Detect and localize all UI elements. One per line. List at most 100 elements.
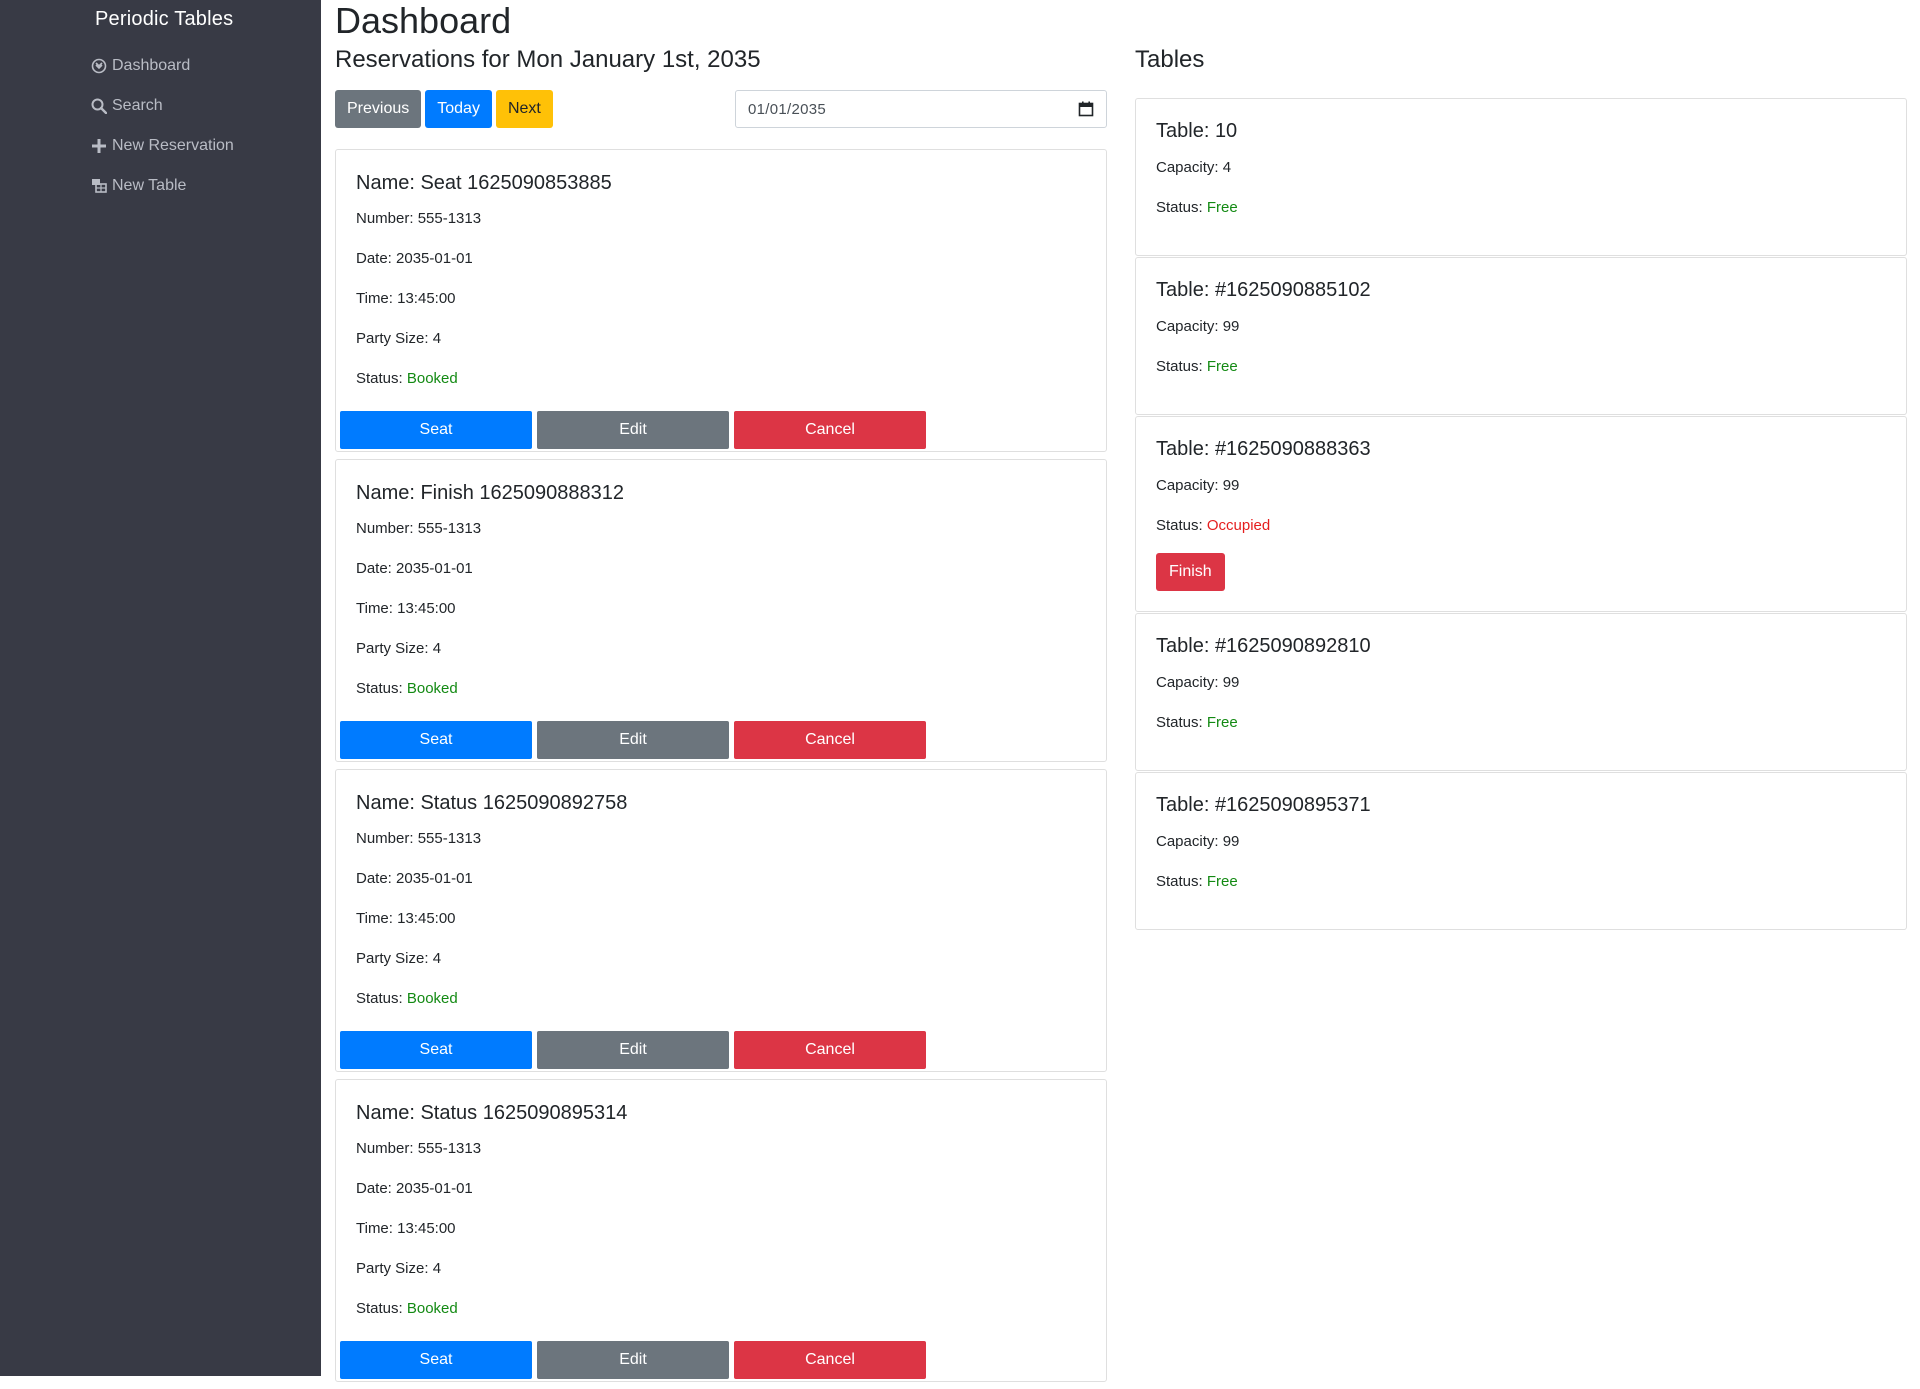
edit-button[interactable]: Edit [537,721,729,759]
tables-heading: Tables [1135,46,1205,73]
reservation-actions: Seat Edit Cancel [340,721,926,759]
table-capacity: Capacity: 4 [1156,159,1232,176]
table-status: Status: Free [1156,714,1238,731]
reservation-status: Status: Booked [356,990,458,1007]
today-button[interactable]: Today [425,90,492,128]
sidebar-item-label: New Table [112,177,187,194]
cancel-button[interactable]: Cancel [734,1341,926,1379]
next-button[interactable]: Next [495,90,553,128]
table-status: Status: Free [1156,199,1238,216]
page-title: Dashboard [335,0,512,41]
reservation-card: Name: Seat 1625090853885 Number: 555-131… [335,149,1107,452]
reservation-name: Name: Seat 1625090853885 [356,172,612,194]
reservation-actions: Seat Edit Cancel [340,411,926,449]
reservation-date: Date: 2035-01-01 [356,560,473,577]
status-value: Free [1206,199,1238,216]
sidebar-item-new-reservation[interactable]: New Reservation [90,126,234,166]
reservation-number: Number: 555-1313 [356,1140,482,1157]
reservation-party-size: Party Size: 4 [356,950,442,967]
status-value: Occupied [1206,517,1271,534]
status-value: Booked [406,680,458,697]
table-name: Table: #1625090885102 [1156,279,1371,301]
main-content: Dashboard Reservations for Mon January 1… [335,0,1920,1382]
reservation-number: Number: 555-1313 [356,520,482,537]
app: Periodic Tables Dashboard Search New Res… [0,0,1920,1382]
dashboard-icon [90,57,108,75]
plus-icon [90,137,108,155]
reservation-date: Date: 2035-01-01 [356,1180,473,1197]
status-value: Booked [406,1300,458,1317]
reservation-time: Time: 13:45:00 [356,290,456,307]
cancel-button[interactable]: Cancel [734,411,926,449]
status-value: Free [1206,358,1238,375]
table-card: Table: #1625090892810 Capacity: 99 Statu… [1135,613,1907,771]
table-name: Table: #1625090892810 [1156,635,1371,657]
table-capacity: Capacity: 99 [1156,477,1240,494]
table-status: Status: Occupied [1156,517,1271,534]
table-card: Table: #1625090888363 Capacity: 99 Statu… [1135,416,1907,612]
previous-button[interactable]: Previous [335,90,422,128]
finish-button[interactable]: Finish [1156,553,1225,591]
reservation-name: Name: Status 1625090895314 [356,1102,628,1124]
table-list: Table: 10 Capacity: 4 Status: Free Table… [1135,98,1907,931]
reservation-time: Time: 13:45:00 [356,1220,456,1237]
reservation-party-size: Party Size: 4 [356,1260,442,1277]
sidebar-item-label: Dashboard [112,57,191,74]
reservation-date: Date: 2035-01-01 [356,250,473,267]
table-card: Table: 10 Capacity: 4 Status: Free [1135,98,1907,256]
table-icon [90,177,108,195]
sidebar-nav: Dashboard Search New Reservation New Tab… [90,46,234,206]
reservation-time: Time: 13:45:00 [356,600,456,617]
status-value: Free [1206,873,1238,890]
reservation-card: Name: Status 1625090895314 Number: 555-1… [335,1079,1107,1382]
calendar-icon[interactable] [1078,101,1094,117]
reservation-list: Name: Seat 1625090853885 Number: 555-131… [335,149,1107,1389]
seat-button[interactable]: Seat [340,1341,532,1379]
sidebar-item-search[interactable]: Search [90,86,234,126]
date-input[interactable]: 01/01/2035 [735,90,1107,128]
reservation-time: Time: 13:45:00 [356,910,456,927]
reservation-actions: Seat Edit Cancel [340,1341,926,1379]
cancel-button[interactable]: Cancel [734,721,926,759]
table-status: Status: Free [1156,358,1238,375]
status-value: Booked [406,370,458,387]
seat-button[interactable]: Seat [340,411,532,449]
table-card: Table: #1625090885102 Capacity: 99 Statu… [1135,257,1907,415]
sidebar: Periodic Tables Dashboard Search New Res… [0,0,321,1376]
reservation-name: Name: Finish 1625090888312 [356,482,624,504]
status-value: Booked [406,990,458,1007]
table-name: Table: #1625090888363 [1156,438,1371,460]
reservation-party-size: Party Size: 4 [356,640,442,657]
reservation-status: Status: Booked [356,680,458,697]
reservation-name: Name: Status 1625090892758 [356,792,628,814]
seat-button[interactable]: Seat [340,721,532,759]
table-status: Status: Free [1156,873,1238,890]
reservation-actions: Seat Edit Cancel [340,1031,926,1069]
table-capacity: Capacity: 99 [1156,674,1240,691]
reservation-status: Status: Booked [356,370,458,387]
cancel-button[interactable]: Cancel [734,1031,926,1069]
reservation-card: Name: Finish 1625090888312 Number: 555-1… [335,459,1107,762]
edit-button[interactable]: Edit [537,411,729,449]
sidebar-item-label: New Reservation [112,137,234,154]
reservation-number: Number: 555-1313 [356,830,482,847]
table-card: Table: #1625090895371 Capacity: 99 Statu… [1135,772,1907,930]
status-value: Free [1206,714,1238,731]
seat-button[interactable]: Seat [340,1031,532,1069]
reservation-date: Date: 2035-01-01 [356,870,473,887]
brand-title[interactable]: Periodic Tables [95,8,233,31]
table-capacity: Capacity: 99 [1156,833,1240,850]
table-capacity: Capacity: 99 [1156,318,1240,335]
reservation-status: Status: Booked [356,1300,458,1317]
date-input-value: 01/01/2035 [748,100,827,118]
day-navigation: Previous Today Next [335,90,553,128]
table-name: Table: 10 [1156,120,1238,142]
search-icon [90,97,108,115]
table-name: Table: #1625090895371 [1156,794,1371,816]
sidebar-item-new-table[interactable]: New Table [90,166,234,206]
reservation-party-size: Party Size: 4 [356,330,442,347]
reservation-number: Number: 555-1313 [356,210,482,227]
edit-button[interactable]: Edit [537,1031,729,1069]
sidebar-item-dashboard[interactable]: Dashboard [90,46,234,86]
edit-button[interactable]: Edit [537,1341,729,1379]
